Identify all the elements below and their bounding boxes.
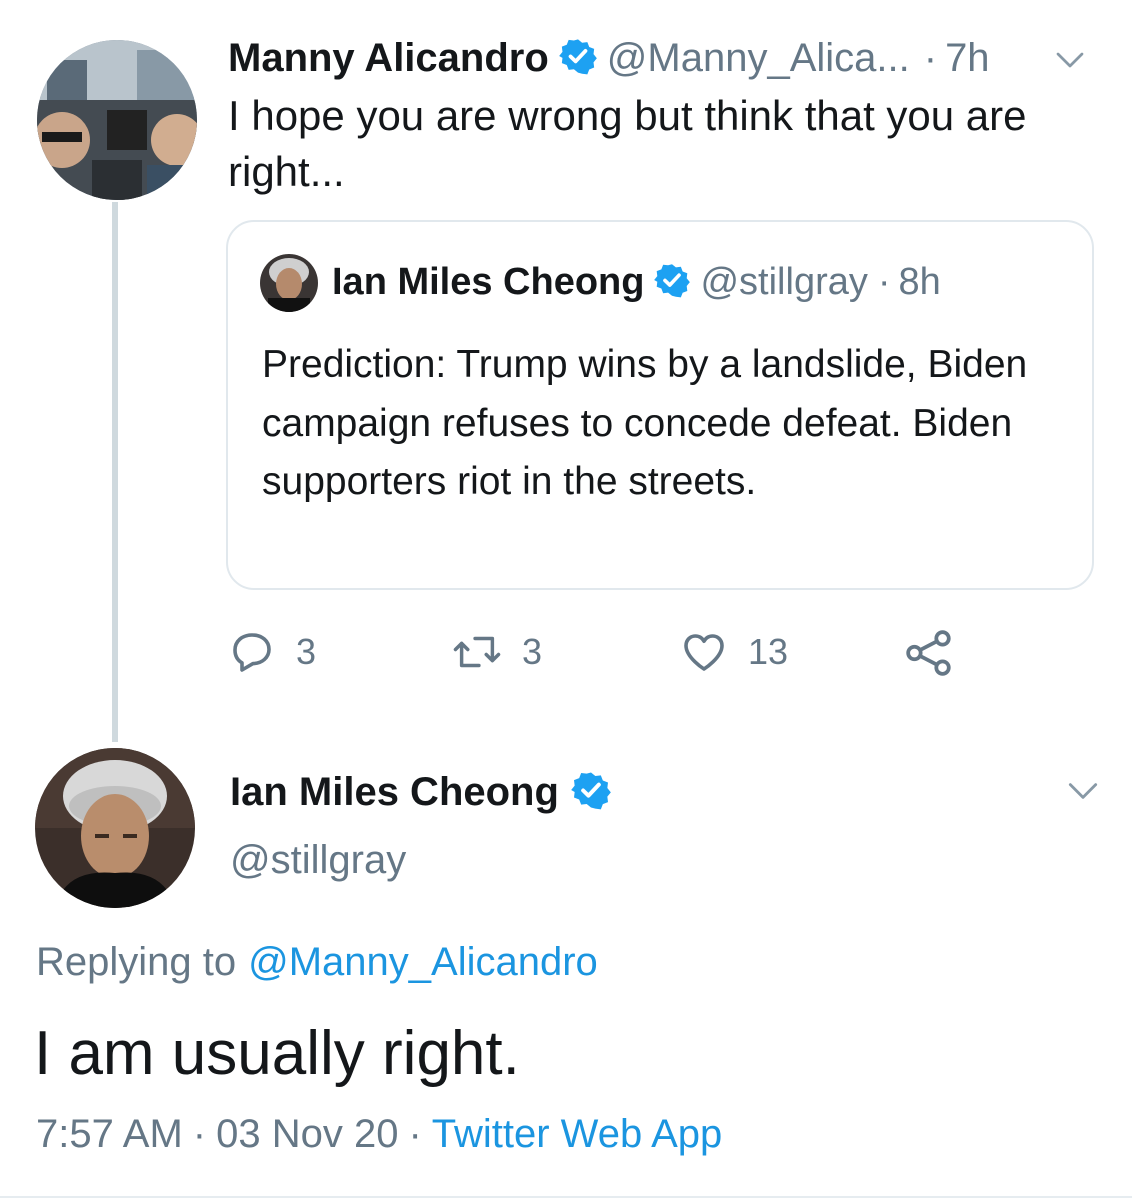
retweet-icon xyxy=(453,636,501,668)
like-count: 13 xyxy=(748,631,789,672)
share-icon xyxy=(906,630,951,676)
replying-to: Replying to @Manny_Alicandro xyxy=(36,940,598,985)
replying-handle-link[interactable]: @Manny_Alicandro xyxy=(248,940,598,985)
replying-prefix: Replying to xyxy=(36,940,237,984)
bottom-divider xyxy=(0,1196,1132,1198)
tweet2-time[interactable]: 7:57 AM xyxy=(36,1112,183,1157)
avatar-ian[interactable] xyxy=(35,748,195,908)
quote-text: Prediction: Trump wins by a landslide, B… xyxy=(262,343,1028,503)
avatar-manny[interactable] xyxy=(37,40,197,200)
timestamp-separator: · xyxy=(192,1112,207,1156)
like-button[interactable]: 13 xyxy=(680,628,788,676)
tweet1-text: I hope you are wrong but think that you … xyxy=(228,92,1027,195)
tweet1-separator: · xyxy=(923,35,938,80)
heart-icon xyxy=(684,634,724,671)
verified-icon xyxy=(558,37,597,80)
verified-icon xyxy=(571,770,611,815)
quote-separator: · xyxy=(877,260,891,303)
quote-handle[interactable]: @stillgray xyxy=(700,261,867,304)
tweet1-handle[interactable]: @Manny_Alica... xyxy=(607,36,910,81)
tweet2-text: I am usually right. xyxy=(34,1019,520,1088)
thread-connector xyxy=(112,202,118,742)
reply-count: 3 xyxy=(296,631,317,672)
tweet2-author-name[interactable]: Ian Miles Cheong xyxy=(230,770,559,815)
reply-icon xyxy=(233,633,271,672)
retweet-count: 3 xyxy=(522,631,543,672)
quote-avatar xyxy=(260,254,318,312)
tweet2-source-link[interactable]: Twitter Web App xyxy=(432,1112,723,1157)
tweet1-time[interactable]: 7h xyxy=(945,36,990,81)
tweet2-date[interactable]: 03 Nov 20 xyxy=(216,1112,398,1157)
tweet2-handle[interactable]: @stillgray xyxy=(230,838,406,883)
retweet-button[interactable]: 3 xyxy=(452,628,542,676)
tweet1-chevron-down-icon[interactable] xyxy=(1052,42,1088,78)
tweet2-chevron-down-icon[interactable] xyxy=(1064,772,1102,810)
source-separator: · xyxy=(408,1112,422,1156)
tweet1-header: Manny Alicandro @Manny_Alica... · 7h xyxy=(228,30,990,86)
tweet2-timestamp-row: 7:57 AM · 03 Nov 20 · Twitter Web App xyxy=(36,1112,722,1157)
reply-button[interactable]: 3 xyxy=(228,628,316,676)
quote-time[interactable]: 8h xyxy=(899,261,941,304)
tweet1-author-name[interactable]: Manny Alicandro xyxy=(228,36,549,81)
quote-author-name[interactable]: Ian Miles Cheong xyxy=(332,261,644,304)
verified-icon xyxy=(654,262,691,303)
share-button[interactable] xyxy=(904,628,974,678)
quote-header: Ian Miles Cheong @stillgray · 8h xyxy=(332,254,941,310)
tweet2-header: Ian Miles Cheong xyxy=(230,764,611,820)
